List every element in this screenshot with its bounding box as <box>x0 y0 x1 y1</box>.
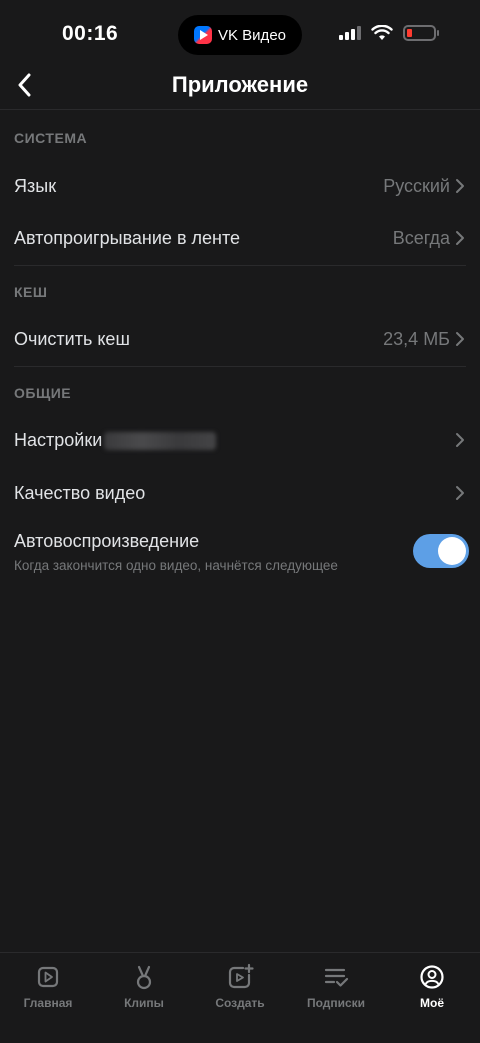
tab-home[interactable]: Главная <box>0 953 96 1043</box>
add-video-icon <box>228 963 254 989</box>
tab-my[interactable]: Моё <box>384 953 480 1043</box>
redacted-text <box>104 431 217 450</box>
wifi-icon <box>371 25 393 40</box>
settings-label: Настройки <box>14 429 103 450</box>
page-title: Приложение <box>171 72 309 97</box>
status-icons <box>339 25 439 41</box>
autoplay-feed-label: Автопроигрывание в ленте <box>14 227 241 248</box>
language-label: Язык <box>14 175 57 196</box>
cache-size-value: 23,4 МБ <box>383 328 450 349</box>
play-square-icon <box>37 966 59 988</box>
section-divider <box>14 265 466 266</box>
language-value: Русский <box>383 175 450 196</box>
clear-cache-row[interactable]: Очистить кеш 23,4 МБ <box>0 313 480 365</box>
bottom-tab-bar: Главная Клипы Создать Подписки Моё <box>0 952 480 1043</box>
language-row[interactable]: Язык Русский <box>0 160 480 212</box>
autoplay-toggle[interactable] <box>413 534 469 568</box>
status-time: 00:16 <box>62 22 119 45</box>
tab-home-label: Главная <box>23 996 73 1010</box>
clips-icon <box>136 965 152 990</box>
nav-header: Приложение <box>0 60 480 110</box>
tab-clips-label: Клипы <box>124 996 164 1010</box>
subscriptions-icon <box>324 968 349 987</box>
chevron-right-icon <box>456 179 464 193</box>
autoplay-feed-value: Всегда <box>392 227 450 248</box>
section-header-general: ОБЩИЕ <box>14 385 72 401</box>
chevron-right-icon <box>456 332 464 346</box>
settings-row[interactable]: Настройки <box>0 414 480 466</box>
toggle-knob <box>438 537 466 565</box>
tab-subscriptions-label: Подписки <box>306 996 366 1010</box>
section-header-system: СИСТЕМА <box>14 130 88 146</box>
dynamic-island[interactable]: VK Видео <box>178 15 302 55</box>
tab-create-label: Создать <box>215 996 265 1010</box>
vk-video-logo-icon <box>194 26 212 44</box>
autoplay-row[interactable]: Автовоспроизведение Когда закончится одн… <box>0 526 480 582</box>
video-quality-row[interactable]: Качество видео <box>0 467 480 519</box>
tab-my-label: Моё <box>420 996 444 1010</box>
chevron-right-icon <box>456 433 464 447</box>
battery-icon <box>403 25 439 41</box>
cellular-signal-icon <box>339 26 361 40</box>
autoplay-description: Когда закончится одно видео, начнётся сл… <box>14 558 338 573</box>
video-quality-label: Качество видео <box>14 482 146 503</box>
section-header-cache: КЕШ <box>14 284 48 300</box>
section-divider <box>14 366 466 367</box>
autoplay-label: Автовоспроизведение <box>14 531 200 551</box>
tab-create[interactable]: Создать <box>192 953 288 1043</box>
island-app-label: VK Видео <box>218 26 286 44</box>
profile-icon <box>420 965 444 989</box>
tab-clips[interactable]: Клипы <box>96 953 192 1043</box>
autoplay-feed-row[interactable]: Автопроигрывание в ленте Всегда <box>0 212 480 264</box>
tab-subscriptions[interactable]: Подписки <box>288 953 384 1043</box>
chevron-right-icon <box>456 231 464 245</box>
chevron-right-icon <box>456 486 464 500</box>
clear-cache-label: Очистить кеш <box>14 328 130 349</box>
